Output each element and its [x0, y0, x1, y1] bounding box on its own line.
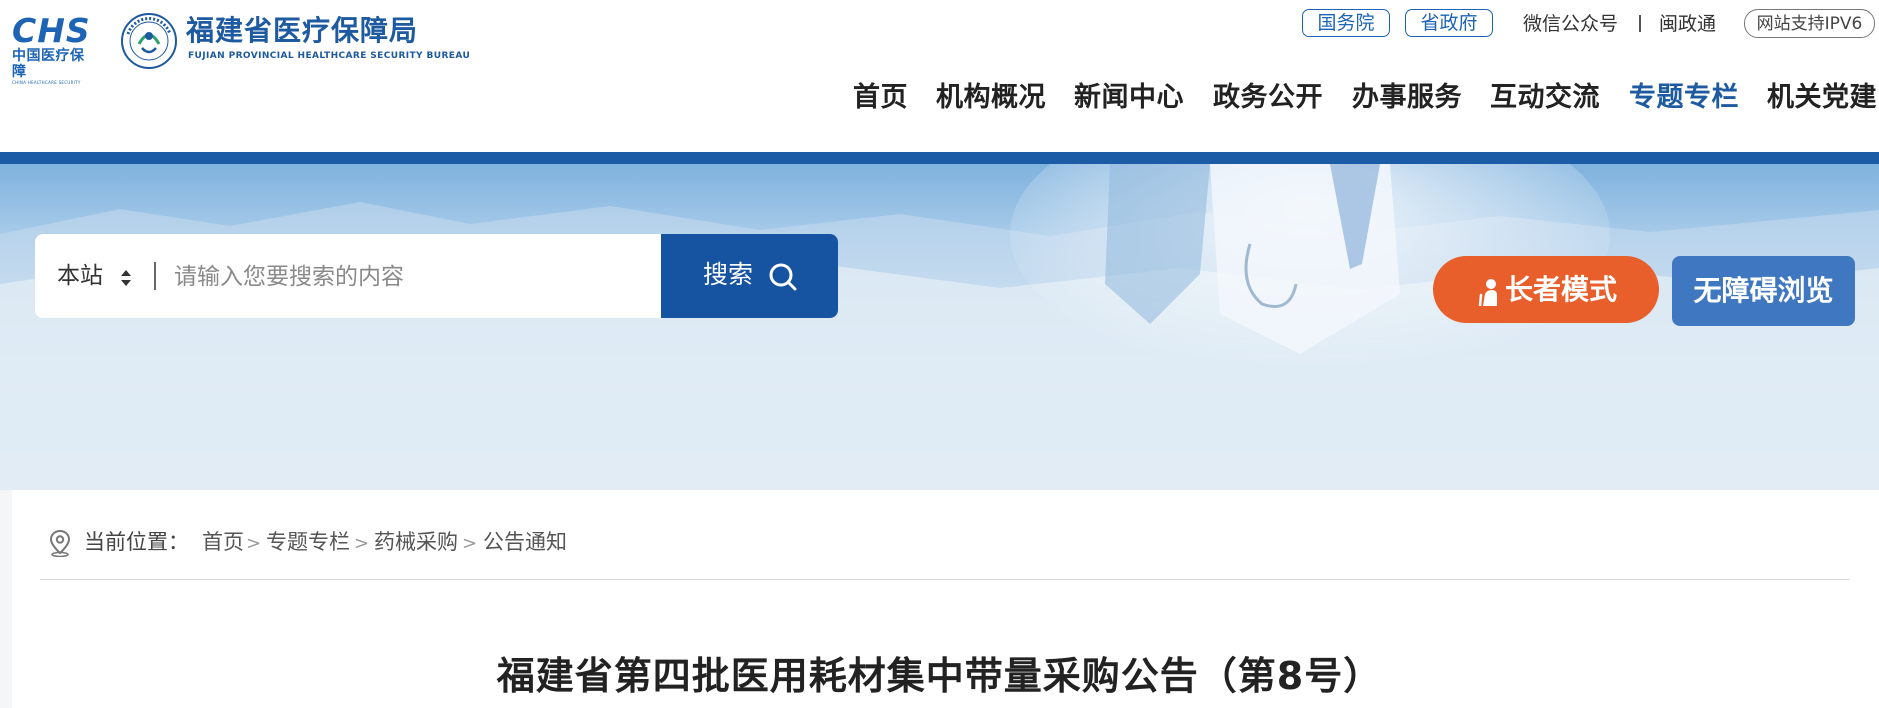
nav-home[interactable]: 首页: [853, 78, 908, 118]
breadcrumb-label: 当前位置：: [84, 530, 189, 554]
state-council-link[interactable]: 国务院: [1302, 9, 1390, 37]
location-pin-icon: [49, 529, 71, 557]
elder-mode-button[interactable]: 长者模式: [1433, 256, 1659, 323]
search-button-label: 搜索: [703, 260, 754, 289]
barrier-free-label: 无障碍浏览: [1693, 274, 1834, 307]
bureau-name-english: FUJIAN PROVINCIAL HEALTHCARE SECURITY BU…: [188, 51, 471, 61]
article-title: 福建省第四批医用耗材集中带量采购公告（第8号）: [496, 654, 1383, 698]
breadcrumb-home[interactable]: 首页: [202, 524, 244, 560]
breadcrumb-notices[interactable]: 公告通知: [483, 524, 567, 560]
header-accent-bar: [0, 152, 1879, 164]
breadcrumb-separator: >: [462, 533, 478, 554]
elder-person-icon: [1478, 279, 1497, 306]
top-link-divider: [1639, 15, 1641, 32]
barrier-free-button[interactable]: 无障碍浏览: [1672, 256, 1855, 326]
breadcrumb-separator: >: [354, 533, 370, 554]
breadcrumb-special-topics[interactable]: 专题专栏: [266, 524, 350, 560]
nav-interaction[interactable]: 互动交流: [1490, 78, 1600, 118]
bureau-emblem-icon[interactable]: [120, 12, 178, 70]
nav-services[interactable]: 办事服务: [1352, 78, 1462, 118]
breadcrumb-separator: >: [246, 533, 262, 554]
site-header: CHS 中国医疗保障 CHINA HEALTHCARE SECURITY 福建省…: [0, 0, 1879, 152]
search-input[interactable]: [172, 252, 646, 302]
provincial-gov-link[interactable]: 省政府: [1405, 9, 1493, 37]
search-scope-select[interactable]: 本站: [57, 258, 103, 294]
minzhengtong-link[interactable]: 闽政通: [1659, 11, 1716, 37]
breadcrumb-divider: [40, 579, 1850, 580]
nav-special-topics[interactable]: 专题专栏: [1629, 78, 1739, 118]
nav-about[interactable]: 机构概况: [936, 78, 1046, 118]
hero-banner: [0, 164, 1879, 490]
search-icon: [769, 263, 797, 291]
nav-gov-affairs[interactable]: 政务公开: [1213, 78, 1323, 118]
nav-news[interactable]: 新闻中心: [1074, 78, 1184, 118]
wechat-link[interactable]: 微信公众号: [1523, 11, 1618, 37]
sort-arrows-icon[interactable]: [120, 268, 132, 288]
chs-logo-english: CHINA HEALTHCARE SECURITY: [12, 80, 81, 85]
chs-logo-chinese: 中国医疗保障: [12, 48, 85, 80]
search-button[interactable]: 搜索: [661, 234, 838, 318]
bureau-name[interactable]: 福建省医疗保障局: [186, 14, 418, 48]
chs-logo-mark: CHS: [12, 11, 91, 50]
banner-illustration: [0, 164, 1879, 490]
search-divider: [154, 262, 156, 290]
nav-party-building[interactable]: 机关党建: [1767, 78, 1877, 118]
elder-mode-label: 长者模式: [1505, 273, 1618, 306]
ipv6-badge: 网站支持IPV6: [1744, 9, 1875, 38]
chs-logo[interactable]: CHS 中国医疗保障 CHINA HEALTHCARE SECURITY: [12, 11, 98, 86]
breadcrumb-procurement[interactable]: 药械采购: [374, 524, 458, 560]
